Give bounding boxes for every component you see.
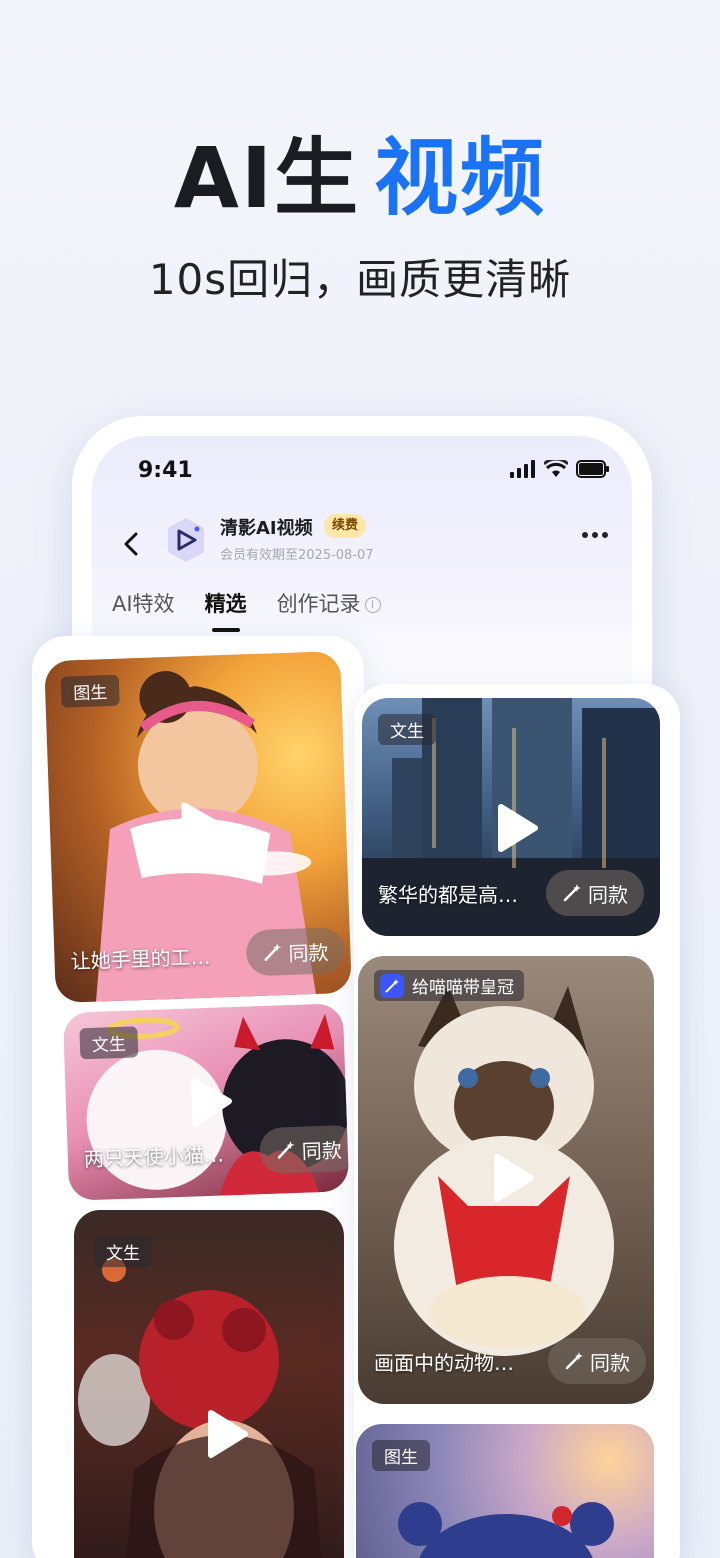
card-caption: 两只天使小猫…	[83, 1142, 225, 1172]
battery-icon	[576, 460, 609, 478]
play-icon[interactable]	[197, 1407, 251, 1461]
play-icon[interactable]	[487, 801, 541, 855]
headline: AI生 视频	[0, 128, 720, 228]
member-expiry: 会员有效期至2025-08-07	[220, 548, 374, 563]
card-tag: 文生	[378, 714, 436, 745]
video-card[interactable]: 文生 两只天使小猫… 同款	[62, 1003, 350, 1201]
tab-label: AI特效	[112, 592, 175, 616]
card-tag: 图生	[60, 674, 120, 708]
card-caption: 繁华的都是高…	[378, 883, 518, 907]
status-time: 9:41	[138, 458, 193, 483]
use-template-label: 同款	[588, 882, 628, 907]
tab-creation-history[interactable]: 创作记录 i	[277, 588, 381, 632]
video-card[interactable]: 图生 让她手里的工… 同款	[44, 650, 352, 1004]
magic-wand-badge-icon	[380, 973, 404, 998]
tab-bar: AI特效 精选 创作记录 i	[112, 588, 381, 632]
card-tag: 给喵喵带皇冠	[374, 970, 524, 1001]
card-tag-label: 给喵喵带皇冠	[412, 978, 514, 998]
card-tag: 图生	[372, 1440, 430, 1471]
back-icon[interactable]	[118, 526, 146, 562]
use-template-label: 同款	[301, 1137, 343, 1164]
card-caption: 画面中的动物…	[374, 1351, 514, 1375]
headline-part2: 视频	[374, 129, 547, 227]
more-icon[interactable]	[582, 532, 608, 538]
system-icons	[510, 460, 610, 478]
video-card[interactable]: 文生	[74, 1210, 344, 1558]
use-template-label: 同款	[590, 1350, 630, 1375]
use-template-button[interactable]: 同款	[546, 870, 644, 916]
play-icon[interactable]	[170, 798, 226, 854]
card-caption: 让她手里的工…	[70, 944, 211, 974]
use-template-button[interactable]: 同款	[245, 926, 346, 977]
play-icon[interactable]	[483, 1151, 537, 1205]
card-tag: 文生	[79, 1026, 139, 1060]
renew-button[interactable]: 续费	[324, 514, 367, 538]
info-icon[interactable]: i	[364, 597, 381, 613]
tab-featured[interactable]: 精选	[205, 588, 247, 632]
play-icon[interactable]	[180, 1074, 236, 1130]
card-tag: 文生	[94, 1236, 152, 1267]
video-card[interactable]: 图生	[356, 1424, 654, 1558]
magic-wand-icon	[565, 1352, 583, 1370]
wifi-icon	[544, 460, 568, 477]
magic-wand-icon	[563, 884, 581, 902]
tab-ai-effects[interactable]: AI特效	[112, 588, 175, 632]
status-bar: 9:41	[92, 436, 632, 508]
headline-part1: AI生	[173, 129, 361, 227]
video-card[interactable]: 文生 繁华的都是高… 同款	[362, 698, 660, 936]
signal-icon	[510, 460, 535, 478]
use-template-button[interactable]: 同款	[548, 1338, 646, 1384]
tab-label: 精选	[204, 592, 247, 616]
use-template-button[interactable]: 同款	[258, 1124, 350, 1175]
nav-bar: 清影AI视频 续费 会员有效期至2025-08-07	[92, 508, 632, 578]
tab-label: 创作记录	[276, 592, 361, 616]
magic-wand-icon	[264, 943, 282, 961]
subtitle: 10s回归，画质更清晰	[148, 255, 572, 304]
app-name: 清影AI视频	[220, 518, 313, 539]
use-template-label: 同款	[288, 940, 329, 966]
video-card[interactable]: 给喵喵带皇冠 画面中的动物… 同款	[358, 956, 654, 1404]
magic-wand-icon	[277, 1141, 295, 1159]
app-logo-icon	[168, 518, 204, 562]
